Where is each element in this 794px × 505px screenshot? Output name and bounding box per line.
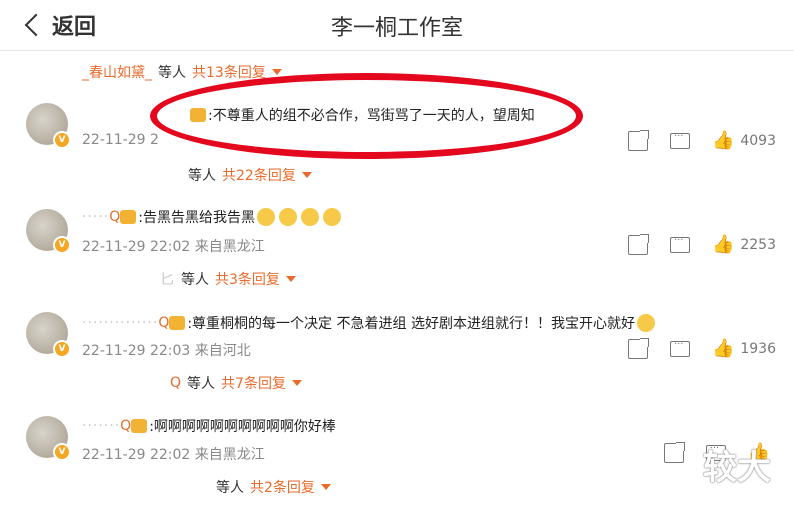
reply-count[interactable]: 共7条回复 bbox=[221, 373, 286, 393]
verified-badge-icon: V bbox=[53, 236, 71, 254]
reply-deng: 等人 bbox=[187, 376, 216, 392]
reply-deng: 等人 bbox=[181, 272, 209, 288]
comment-text: ····· Q :告黑告黑给我告黑 bbox=[82, 207, 343, 227]
page-title: 李一桐工作室 bbox=[330, 16, 463, 41]
reply-count[interactable]: 共3条回复 bbox=[215, 269, 280, 289]
share-icon[interactable] bbox=[663, 442, 685, 463]
emoji-icon bbox=[323, 208, 342, 226]
comment-user-name[interactable]: Q bbox=[109, 209, 120, 225]
emoji-icon bbox=[301, 208, 320, 226]
like-button[interactable]: 👍 2253 bbox=[712, 236, 776, 254]
comment-meta: 22-11-29 22:02 来自黑龙江 bbox=[82, 447, 265, 463]
comment-body: :尊重桐桐的每一个决定 不急着进组 选好剧本进组就行！！我宝开心就好 bbox=[187, 316, 635, 332]
comment-actions: 👍 2253 bbox=[627, 234, 776, 255]
comment-body: :告黑告黑给我告黑 bbox=[138, 210, 256, 226]
emoji-icon bbox=[257, 208, 276, 226]
like-button[interactable]: 👍 4093 bbox=[712, 132, 776, 150]
crown-icon bbox=[120, 210, 137, 224]
comment-text: ·············· Q :尊重桐桐的每一个决定 不急着进组 选好剧本进… bbox=[82, 313, 657, 333]
comment-actions: 👍 1936 bbox=[627, 338, 776, 359]
reply-summary[interactable]: 等人 共2条回复 bbox=[216, 477, 331, 497]
reply-user-name[interactable]: _春山如黛_ bbox=[82, 62, 152, 82]
comment-text: ······· Q :啊啊啊啊啊啊啊啊啊啊你好棒 bbox=[82, 418, 336, 435]
reply-user-name[interactable]: Q bbox=[170, 375, 181, 391]
caret-down-icon bbox=[285, 276, 296, 282]
watermark: 较大 bbox=[703, 448, 771, 488]
reply-count[interactable]: 共2条回复 bbox=[250, 477, 315, 497]
caret-down-icon bbox=[301, 172, 312, 178]
caret-down-icon bbox=[320, 484, 331, 490]
emoji-icon bbox=[279, 208, 298, 226]
verified-badge-icon: V bbox=[53, 131, 71, 149]
reply-summary[interactable]: 匕 等人 共3条回复 bbox=[160, 269, 296, 289]
reply-deng: 等人 bbox=[216, 480, 244, 496]
comment-user-name[interactable]: Q bbox=[120, 418, 131, 434]
reply-summary[interactable]: Q 等人 共7条回复 bbox=[170, 373, 302, 393]
highlight-oval bbox=[150, 73, 583, 159]
like-count: 1936 bbox=[740, 341, 776, 357]
reply-deng: 等人 bbox=[188, 168, 216, 184]
like-count: 2253 bbox=[740, 237, 776, 253]
emoji-icon bbox=[636, 314, 655, 332]
thumbs-up-icon: 👍 bbox=[711, 130, 735, 151]
top-bar: 返回 李一桐工作室 bbox=[0, 0, 794, 51]
reply-deng: 等人 bbox=[158, 65, 186, 81]
comment-meta: 22-11-29 22:02 来自黑龙江 bbox=[82, 239, 265, 255]
thumbs-up-icon: 👍 bbox=[711, 234, 735, 255]
like-count: 4093 bbox=[740, 133, 776, 149]
share-icon[interactable] bbox=[627, 130, 649, 151]
reply-summary[interactable]: 等人 共22条回复 bbox=[188, 165, 312, 185]
comment-user-name[interactable]: Q bbox=[158, 315, 169, 331]
like-button[interactable]: 👍 1936 bbox=[712, 340, 776, 358]
thumbs-up-icon: 👍 bbox=[711, 338, 735, 359]
comment-meta: 22-11-29 22:03 来自河北 bbox=[82, 343, 251, 359]
comment-icon[interactable] bbox=[669, 235, 690, 253]
comment-icon[interactable] bbox=[669, 131, 690, 149]
comment-body: :啊啊啊啊啊啊啊啊啊啊你好棒 bbox=[149, 419, 336, 435]
share-icon[interactable] bbox=[627, 234, 649, 255]
crown-icon bbox=[131, 419, 148, 433]
verified-badge-icon: V bbox=[53, 340, 71, 358]
comment-actions: 👍 4093 bbox=[627, 130, 776, 151]
comment-meta: 22-11-29 2 bbox=[82, 132, 159, 148]
crown-icon bbox=[169, 316, 186, 330]
caret-down-icon bbox=[291, 380, 302, 386]
reply-user-name[interactable]: 匕 bbox=[160, 269, 175, 289]
verified-badge-icon: V bbox=[53, 443, 71, 461]
comment-icon[interactable] bbox=[669, 339, 690, 357]
reply-count[interactable]: 共22条回复 bbox=[222, 165, 296, 185]
caret-down-icon bbox=[271, 69, 282, 75]
share-icon[interactable] bbox=[627, 338, 649, 359]
